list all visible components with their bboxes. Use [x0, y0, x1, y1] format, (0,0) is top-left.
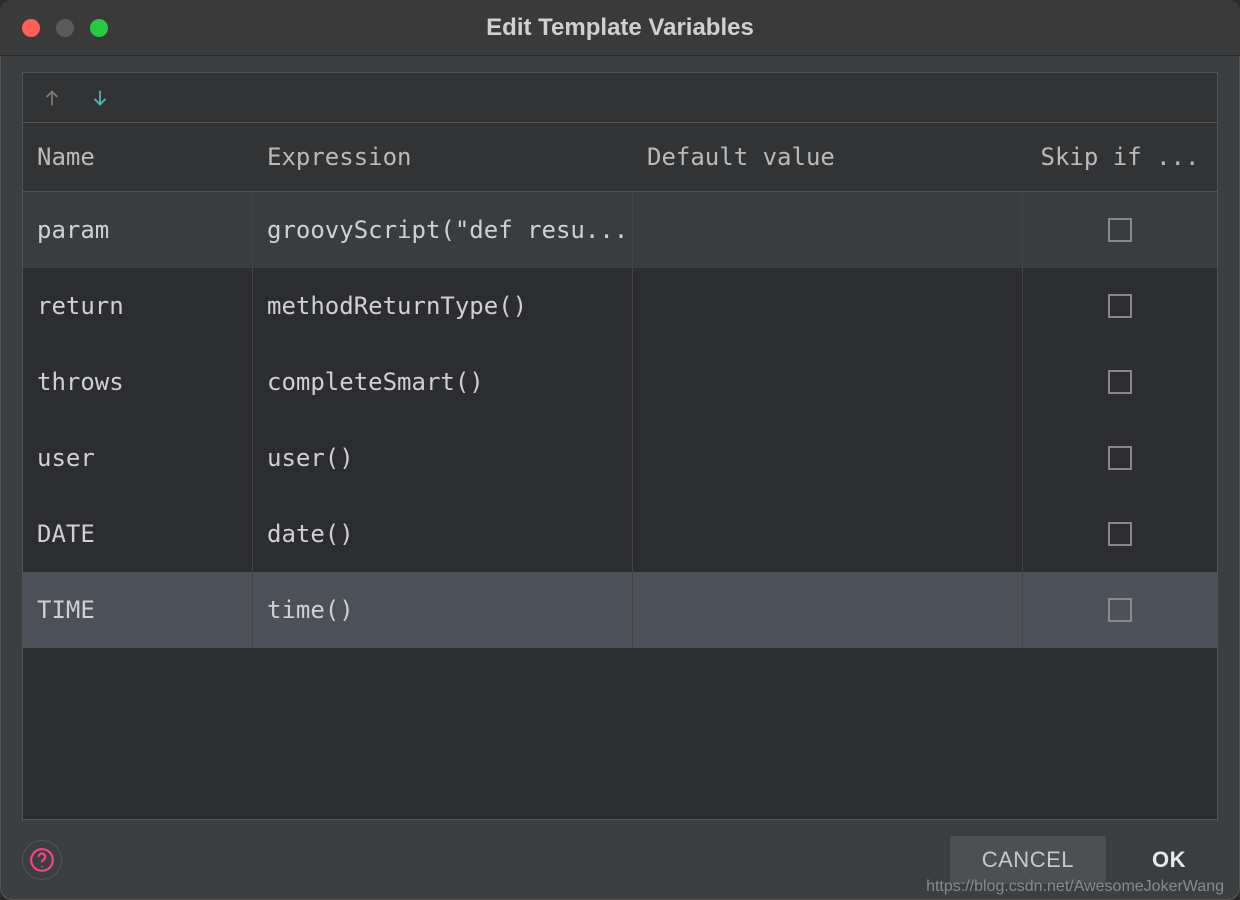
cell-default[interactable] — [633, 496, 1023, 572]
table-row[interactable]: DATEdate() — [23, 496, 1217, 572]
dialog-window: Edit Template Variables — [0, 0, 1240, 900]
cell-expression[interactable]: groovyScript("def resu... — [253, 192, 633, 268]
cell-name[interactable]: DATE — [23, 496, 253, 572]
cell-expression[interactable]: date() — [253, 496, 633, 572]
table-row[interactable]: returnmethodReturnType() — [23, 268, 1217, 344]
close-icon[interactable] — [22, 19, 40, 37]
col-expression[interactable]: Expression — [253, 123, 633, 191]
variables-panel: Name Expression Default value Skip if ..… — [22, 72, 1218, 820]
table-body: paramgroovyScript("def resu...returnmeth… — [23, 192, 1217, 819]
cell-default[interactable] — [633, 268, 1023, 344]
skip-checkbox[interactable] — [1108, 294, 1132, 318]
cell-skip[interactable] — [1023, 192, 1217, 268]
window-title: Edit Template Variables — [0, 14, 1240, 42]
cell-name[interactable]: return — [23, 268, 253, 344]
cell-name[interactable]: TIME — [23, 572, 253, 648]
cancel-button[interactable]: CANCEL — [950, 836, 1106, 884]
table-row[interactable]: useruser() — [23, 420, 1217, 496]
col-name[interactable]: Name — [23, 123, 253, 191]
cell-name[interactable]: user — [23, 420, 253, 496]
cell-name[interactable]: param — [23, 192, 253, 268]
col-skip[interactable]: Skip if ... — [1023, 123, 1217, 191]
dialog-footer: CANCEL OK https://blog.csdn.net/AwesomeJ… — [0, 820, 1240, 900]
move-up-button[interactable] — [37, 83, 67, 113]
cell-skip[interactable] — [1023, 572, 1217, 648]
cell-default[interactable] — [633, 192, 1023, 268]
content-area: Name Expression Default value Skip if ..… — [0, 56, 1240, 820]
cell-default[interactable] — [633, 344, 1023, 420]
move-down-button[interactable] — [85, 83, 115, 113]
toolbar — [23, 73, 1217, 123]
watermark-text: https://blog.csdn.net/AwesomeJokerWang — [926, 878, 1224, 896]
help-button[interactable] — [22, 840, 62, 880]
skip-checkbox[interactable] — [1108, 598, 1132, 622]
skip-checkbox[interactable] — [1108, 446, 1132, 470]
cell-skip[interactable] — [1023, 420, 1217, 496]
help-icon — [29, 847, 55, 873]
cell-default[interactable] — [633, 420, 1023, 496]
table-row[interactable]: TIMEtime() — [23, 572, 1217, 648]
arrow-up-icon — [41, 87, 63, 109]
skip-checkbox[interactable] — [1108, 370, 1132, 394]
table-row[interactable]: throwscompleteSmart() — [23, 344, 1217, 420]
cell-skip[interactable] — [1023, 496, 1217, 572]
cell-skip[interactable] — [1023, 268, 1217, 344]
col-default[interactable]: Default value — [633, 123, 1023, 191]
skip-checkbox[interactable] — [1108, 522, 1132, 546]
maximize-icon[interactable] — [90, 19, 108, 37]
cell-expression[interactable]: methodReturnType() — [253, 268, 633, 344]
minimize-icon[interactable] — [56, 19, 74, 37]
cell-expression[interactable]: completeSmart() — [253, 344, 633, 420]
cell-name[interactable]: throws — [23, 344, 253, 420]
cell-skip[interactable] — [1023, 344, 1217, 420]
table-header: Name Expression Default value Skip if ..… — [23, 123, 1217, 192]
arrow-down-icon — [89, 87, 111, 109]
table-row[interactable]: paramgroovyScript("def resu... — [23, 192, 1217, 268]
skip-checkbox[interactable] — [1108, 218, 1132, 242]
cell-default[interactable] — [633, 572, 1023, 648]
cell-expression[interactable]: time() — [253, 572, 633, 648]
cell-expression[interactable]: user() — [253, 420, 633, 496]
titlebar: Edit Template Variables — [0, 0, 1240, 56]
window-controls — [0, 19, 108, 37]
ok-button[interactable]: OK — [1120, 836, 1218, 884]
variables-table: Name Expression Default value Skip if ..… — [23, 123, 1217, 819]
